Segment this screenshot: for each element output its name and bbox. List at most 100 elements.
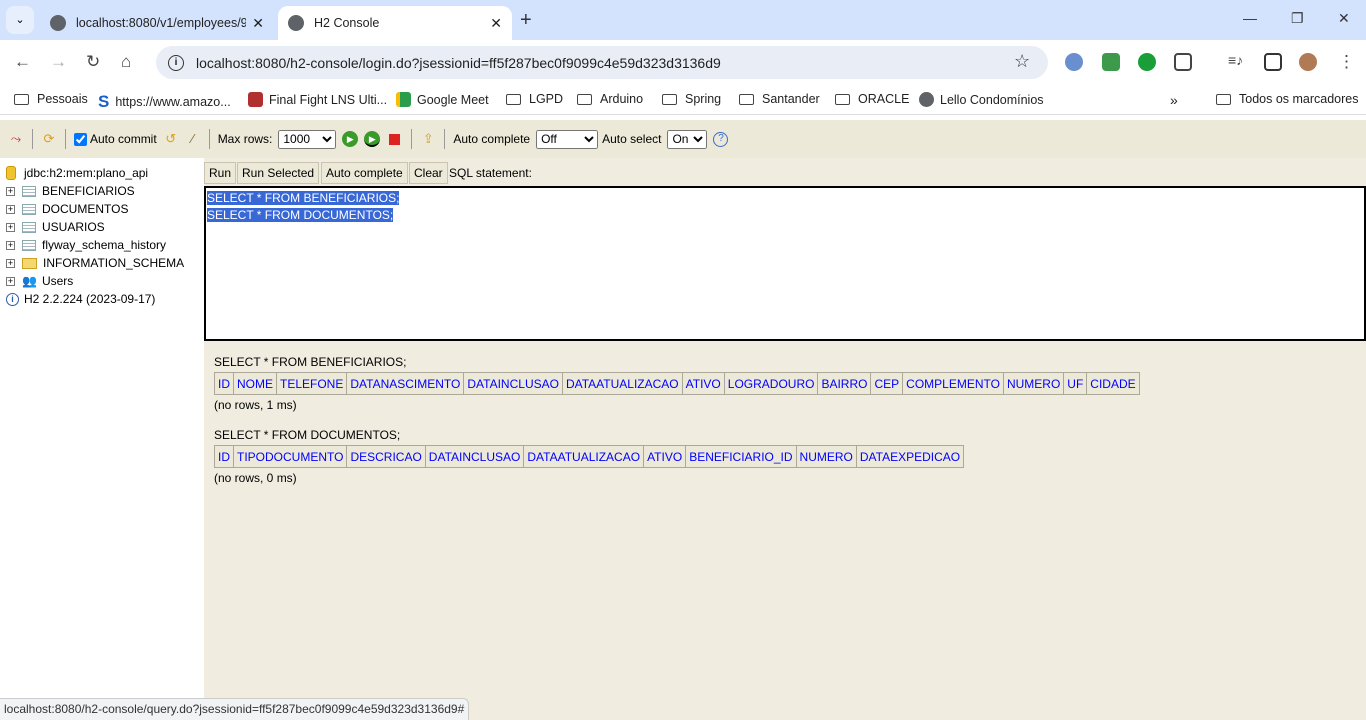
s-logo-icon: S: [98, 92, 110, 111]
column-header[interactable]: CIDADE: [1086, 372, 1140, 395]
column-header[interactable]: DATAATUALIZACAO: [561, 372, 683, 395]
rollback-icon[interactable]: ↺: [163, 131, 179, 147]
bookmark-final-fight[interactable]: Final Fight LNS Ulti...: [248, 92, 387, 107]
bookmark-lello[interactable]: Lello Condomínios: [919, 92, 1044, 107]
menu-icon[interactable]: ⋮: [1338, 52, 1355, 72]
column-header[interactable]: BENEFICIARIO_ID: [685, 445, 797, 468]
minimize-button[interactable]: —: [1243, 10, 1257, 26]
run-selected-icon[interactable]: ▶: [364, 131, 381, 147]
expand-icon[interactable]: +: [6, 222, 15, 232]
bookmark-spring[interactable]: Spring: [662, 92, 721, 106]
media-icon[interactable]: ≡♪: [1228, 52, 1243, 68]
refresh-icon[interactable]: ⟳: [41, 131, 57, 147]
forward-icon[interactable]: →: [50, 52, 67, 72]
site-info-icon[interactable]: i: [168, 54, 184, 71]
expand-icon[interactable]: +: [6, 186, 15, 196]
column-header[interactable]: COMPLEMENTO: [902, 372, 1004, 395]
close-tab-icon[interactable]: ✕: [252, 15, 264, 32]
folder-icon: [22, 257, 37, 269]
column-header[interactable]: DATANASCIMENTO: [346, 372, 465, 395]
stop-icon[interactable]: [389, 133, 401, 145]
disconnect-icon[interactable]: ⤳: [8, 131, 24, 147]
tree-item-users[interactable]: + 👥 Users: [6, 272, 204, 290]
auto-complete-select[interactable]: Off: [536, 129, 599, 149]
expand-icon[interactable]: +: [6, 240, 15, 250]
commit-icon[interactable]: ⁄: [185, 131, 201, 147]
column-header[interactable]: ID: [214, 372, 234, 395]
expand-icon[interactable]: +: [6, 258, 15, 268]
column-header[interactable]: LOGRADOURO: [723, 372, 819, 395]
side-panel-icon[interactable]: [1264, 53, 1282, 71]
bookmark-pessoais[interactable]: Pessoais: [14, 92, 88, 106]
new-tab-button[interactable]: +: [520, 9, 532, 32]
extension-icon[interactable]: [1138, 53, 1156, 71]
bookmark-lgpd[interactable]: LGPD: [506, 92, 563, 106]
history-icon[interactable]: ⇪: [420, 131, 436, 147]
sql-editor[interactable]: SELECT * FROM BENEFICIARIOS; SELECT * FR…: [204, 186, 1366, 341]
column-header[interactable]: DESCRICAO: [346, 445, 426, 468]
auto-select-select[interactable]: On: [667, 129, 708, 149]
tree-item-documentos[interactable]: + DOCUMENTOS: [6, 200, 204, 218]
column-header[interactable]: DATAATUALIZACAO: [523, 445, 645, 468]
column-header[interactable]: ID: [214, 445, 234, 468]
bookmark-amazon[interactable]: Shttps://www.amazo...: [98, 92, 231, 112]
column-header[interactable]: TIPODOCUMENTO: [232, 445, 348, 468]
column-header[interactable]: ATIVO: [643, 445, 687, 468]
globe-icon: [50, 15, 66, 31]
column-header[interactable]: DATAEXPEDICAO: [855, 445, 965, 468]
extension-icon[interactable]: [1065, 53, 1083, 71]
tree-item-information-schema[interactable]: + INFORMATION_SCHEMA: [6, 254, 204, 272]
tab-h2-console[interactable]: H2 Console ✕: [278, 6, 512, 40]
bookmark-arduino[interactable]: Arduino: [577, 92, 643, 106]
address-bar[interactable]: i localhost:8080/h2-console/login.do?jse…: [156, 46, 1048, 79]
max-rows-select[interactable]: 1000: [278, 129, 337, 149]
close-window-button[interactable]: ✕: [1338, 10, 1350, 27]
column-header[interactable]: DATAINCLUSAO: [463, 372, 563, 395]
table-icon: [22, 185, 36, 197]
schema-tree: jdbc:h2:mem:plano_api + BENEFICIARIOS + DO…: [0, 158, 204, 698]
auto-commit-checkbox[interactable]: [74, 132, 87, 146]
run-selected-button[interactable]: Run Selected: [237, 162, 320, 184]
column-header[interactable]: ATIVO: [681, 372, 725, 395]
google-meet-icon: [396, 92, 411, 107]
clear-button[interactable]: Clear: [409, 162, 448, 184]
bookmark-santander[interactable]: Santander: [739, 92, 820, 106]
more-bookmarks-icon[interactable]: »: [1170, 92, 1178, 108]
tab-search-button[interactable]: ⌄: [6, 6, 34, 34]
connection-node[interactable]: jdbc:h2:mem:plano_api: [6, 164, 204, 182]
run-button[interactable]: Run: [204, 162, 237, 184]
expand-icon[interactable]: +: [6, 276, 15, 286]
run-icon[interactable]: ▶: [342, 131, 359, 147]
column-header[interactable]: TELEFONE: [275, 372, 348, 395]
column-header[interactable]: CEP: [870, 372, 904, 395]
table-icon: [22, 203, 36, 215]
tree-item-beneficiarios[interactable]: + BENEFICIARIOS: [6, 182, 204, 200]
column-header[interactable]: NUMERO: [795, 445, 857, 468]
bookmark-oracle[interactable]: ORACLE: [835, 92, 909, 106]
tree-item-usuarios[interactable]: + USUARIOS: [6, 218, 204, 236]
home-icon[interactable]: ⌂: [121, 52, 131, 72]
column-header[interactable]: UF: [1063, 372, 1088, 395]
extension-sheets-icon[interactable]: [1102, 53, 1120, 71]
expand-icon[interactable]: +: [6, 204, 15, 214]
column-header[interactable]: NOME: [233, 372, 277, 395]
result-query: SELECT * FROM BENEFICIARIOS;: [214, 355, 407, 369]
profile-avatar[interactable]: [1299, 53, 1317, 71]
help-icon[interactable]: ?: [713, 131, 729, 147]
close-tab-icon[interactable]: ✕: [490, 15, 502, 32]
tree-item-flyway[interactable]: + flyway_schema_history: [6, 236, 204, 254]
bookmark-google-meet[interactable]: Google Meet: [396, 92, 489, 107]
auto-complete-button[interactable]: Auto complete: [321, 162, 408, 184]
tab-employees[interactable]: localhost:8080/v1/employees/9 ✕: [40, 6, 274, 40]
back-icon[interactable]: ←: [14, 52, 31, 72]
restore-button[interactable]: ❐: [1291, 10, 1304, 27]
extensions-puzzle-icon[interactable]: [1174, 53, 1192, 71]
reload-icon[interactable]: ↻: [86, 52, 100, 72]
all-bookmarks[interactable]: Todos os marcadores: [1216, 92, 1359, 106]
bookmark-star-icon[interactable]: ☆: [1014, 51, 1030, 72]
column-header[interactable]: BAIRRO: [817, 372, 872, 395]
result-table: ID TIPODOCUMENTO DESCRICAO DATAINCLUSAO DATA…: [214, 445, 965, 468]
database-icon: [6, 166, 16, 180]
column-header[interactable]: NUMERO: [1002, 372, 1065, 395]
column-header[interactable]: DATAINCLUSAO: [424, 445, 525, 468]
